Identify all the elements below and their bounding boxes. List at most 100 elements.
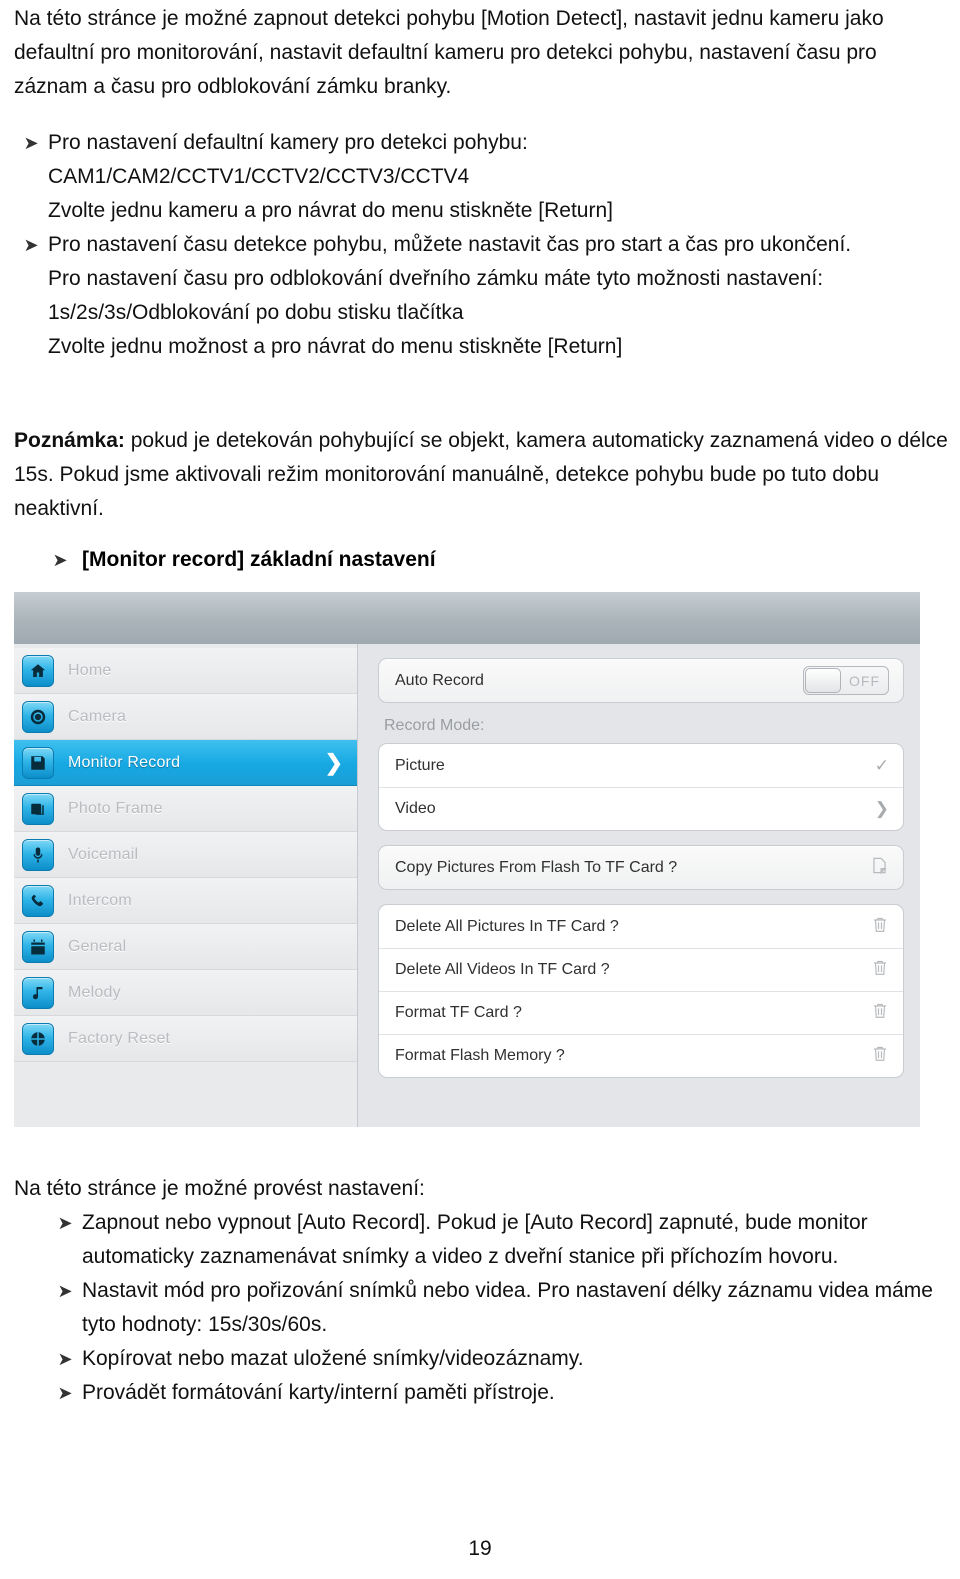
page-number: 19	[468, 1537, 492, 1560]
sidebar-item-label: Photo Frame	[68, 799, 163, 817]
toggle-knob	[805, 668, 841, 693]
copy-pictures-label: Copy Pictures From Flash To TF Card ?	[395, 858, 678, 876]
action-label: Delete All Videos In TF Card ?	[395, 961, 610, 978]
list-item: ➤ Pro nastavení času detekce pohybu, můž…	[14, 228, 944, 262]
chevron-right-icon: ❯	[874, 799, 889, 818]
list-item: ➤ Provádět formátování karty/interní pam…	[48, 1376, 950, 1410]
camera-icon	[22, 700, 54, 733]
sidebar-item-general[interactable]: General	[14, 924, 357, 970]
bullet-lead-text: Pro nastavení času detekce pohybu, můžet…	[48, 233, 852, 256]
auto-record-row[interactable]: Auto Record OFF	[379, 659, 903, 702]
intro-paragraph: Na této stránce je možné zapnout detekci…	[14, 7, 884, 98]
note-text: pokud je detekován pohybující se objekt,…	[14, 429, 948, 520]
sidebar-item-label: Home	[68, 661, 112, 679]
sidebar-item-camera[interactable]: Camera	[14, 694, 357, 740]
section-heading-row: ➤ [Monitor record] základní nastavení	[38, 543, 436, 577]
copy-page-icon[interactable]	[870, 856, 889, 880]
calendar-icon	[22, 930, 54, 963]
document-page: Na této stránce je možné zapnout detekci…	[0, 0, 960, 1579]
sidebar-item-label: Melody	[68, 983, 121, 1001]
bottom-lead-text: Na této stránce je možné provést nastave…	[14, 1177, 425, 1200]
music-note-icon	[22, 976, 54, 1009]
device-content-panel: Auto Record OFF Record Mode: Picture ✓ V…	[358, 644, 920, 1127]
home-icon	[22, 654, 54, 687]
bullet-sub-line: CAM1/CAM2/CCTV1/CCTV2/CCTV3/CCTV4	[48, 165, 470, 188]
sidebar-item-label: General	[68, 937, 127, 955]
sidebar-item-label: Camera	[68, 707, 127, 725]
sidebar-item-label: Monitor Record	[68, 753, 181, 771]
delete-all-pictures-row[interactable]: Delete All Pictures In TF Card ?	[379, 905, 903, 948]
bullet-list: ➤ Pro nastavení defaultní kamery pro det…	[14, 126, 944, 364]
bullet-lead-text: Pro nastavení defaultní kamery pro detek…	[48, 131, 528, 154]
sidebar-item-voicemail[interactable]: Voicemail	[14, 832, 357, 878]
intro-paragraph-block: Na této stránce je možné zapnout detekci…	[14, 2, 944, 104]
trash-icon[interactable]	[871, 915, 889, 939]
trash-icon[interactable]	[871, 1044, 889, 1068]
arrow-bullet-icon: ➤	[57, 1349, 73, 1369]
bullet-text: Provádět formátování karty/interní pamět…	[82, 1381, 555, 1404]
toggle-state-label: OFF	[849, 672, 880, 689]
auto-record-card: Auto Record OFF	[378, 658, 904, 703]
arrow-bullet-icon: ➤	[57, 1213, 73, 1233]
section-heading: [Monitor record] základní nastavení	[82, 548, 436, 571]
sidebar-item-label: Intercom	[68, 891, 132, 909]
bullet-text: Kopírovat nebo mazat uložené snímky/vide…	[82, 1347, 584, 1370]
phone-handset-icon	[22, 884, 54, 917]
chevron-right-icon: ❯	[324, 749, 343, 775]
action-label: Format Flash Memory ?	[395, 1047, 565, 1064]
sidebar-item-label: Factory Reset	[68, 1029, 171, 1047]
bullet-text: Zapnout nebo vypnout [Auto Record]. Poku…	[82, 1211, 868, 1268]
format-tf-card-row[interactable]: Format TF Card ?	[379, 991, 903, 1034]
sidebar-item-melody[interactable]: Melody	[14, 970, 357, 1016]
device-ui-screenshot: Home Camera Monitor Record ❯ Photo Frame…	[14, 592, 920, 1127]
option-label: Video	[395, 800, 436, 817]
trash-icon[interactable]	[871, 958, 889, 982]
bullet-sub-line: Pro nastavení času pro odblokování dveřn…	[48, 267, 824, 290]
bullet-sub-line: Zvolte jednu kameru a pro návrat do menu…	[48, 199, 613, 222]
sidebar-item-home[interactable]: Home	[14, 648, 357, 694]
trash-icon[interactable]	[871, 1001, 889, 1025]
delete-all-videos-row[interactable]: Delete All Videos In TF Card ?	[379, 948, 903, 991]
arrow-bullet-icon: ➤	[52, 550, 68, 570]
bullet-text: Nastavit mód pro pořizování snímků nebo …	[82, 1279, 933, 1336]
option-label: Picture	[395, 756, 445, 774]
note-label: Poznámka:	[14, 429, 125, 452]
action-label: Format TF Card ?	[395, 1004, 522, 1021]
list-item: ➤ Kopírovat nebo mazat uložené snímky/vi…	[48, 1342, 950, 1376]
photo-frame-icon	[22, 792, 54, 825]
auto-record-label: Auto Record	[395, 671, 484, 689]
format-flash-memory-row[interactable]: Format Flash Memory ?	[379, 1034, 903, 1077]
bottom-bullet-list: ➤ Zapnout nebo vypnout [Auto Record]. Po…	[48, 1206, 950, 1410]
sidebar-item-intercom[interactable]: Intercom	[14, 878, 357, 924]
record-mode-label: Record Mode:	[384, 717, 485, 734]
sidebar-item-label: Voicemail	[68, 845, 139, 863]
arrow-bullet-icon: ➤	[57, 1383, 73, 1403]
sidebar-item-photo-frame[interactable]: Photo Frame	[14, 786, 357, 832]
note-paragraph: Poznámka: pokud je detekován pohybující …	[14, 424, 950, 526]
list-item: ➤ Pro nastavení defaultní kamery pro det…	[14, 126, 944, 160]
floppy-disk-icon	[22, 746, 54, 779]
copy-pictures-card: Copy Pictures From Flash To TF Card ?	[378, 845, 904, 890]
list-item: ➤ Zapnout nebo vypnout [Auto Record]. Po…	[48, 1206, 950, 1274]
device-title-bar	[14, 592, 920, 645]
bullet-sub-line: Zvolte jednu možnost a pro návrat do men…	[48, 335, 623, 358]
record-mode-card: Picture ✓ Video ❯	[378, 743, 904, 831]
list-item: ➤ Nastavit mód pro pořizování snímků neb…	[48, 1274, 950, 1342]
destructive-actions-card: Delete All Pictures In TF Card ? Delete …	[378, 904, 904, 1078]
device-ui-body: Home Camera Monitor Record ❯ Photo Frame…	[14, 644, 920, 1127]
bullet-sub-line: 1s/2s/3s/Odblokování po dobu stisku tlač…	[48, 301, 464, 324]
copy-pictures-row[interactable]: Copy Pictures From Flash To TF Card ?	[379, 846, 903, 889]
arrow-bullet-icon: ➤	[23, 235, 39, 255]
arrow-bullet-icon: ➤	[57, 1281, 73, 1301]
check-icon: ✓	[874, 755, 889, 775]
arrow-bullet-icon: ➤	[23, 133, 39, 153]
factory-reset-icon	[22, 1022, 54, 1055]
record-mode-option-video[interactable]: Video ❯	[379, 787, 903, 830]
sidebar-item-monitor-record[interactable]: Monitor Record ❯	[14, 740, 357, 786]
record-mode-option-picture[interactable]: Picture ✓	[379, 744, 903, 787]
device-sidebar: Home Camera Monitor Record ❯ Photo Frame…	[14, 644, 358, 1127]
microphone-icon	[22, 838, 54, 871]
auto-record-toggle[interactable]: OFF	[803, 666, 889, 695]
action-label: Delete All Pictures In TF Card ?	[395, 917, 619, 935]
sidebar-item-factory-reset[interactable]: Factory Reset	[14, 1016, 357, 1062]
